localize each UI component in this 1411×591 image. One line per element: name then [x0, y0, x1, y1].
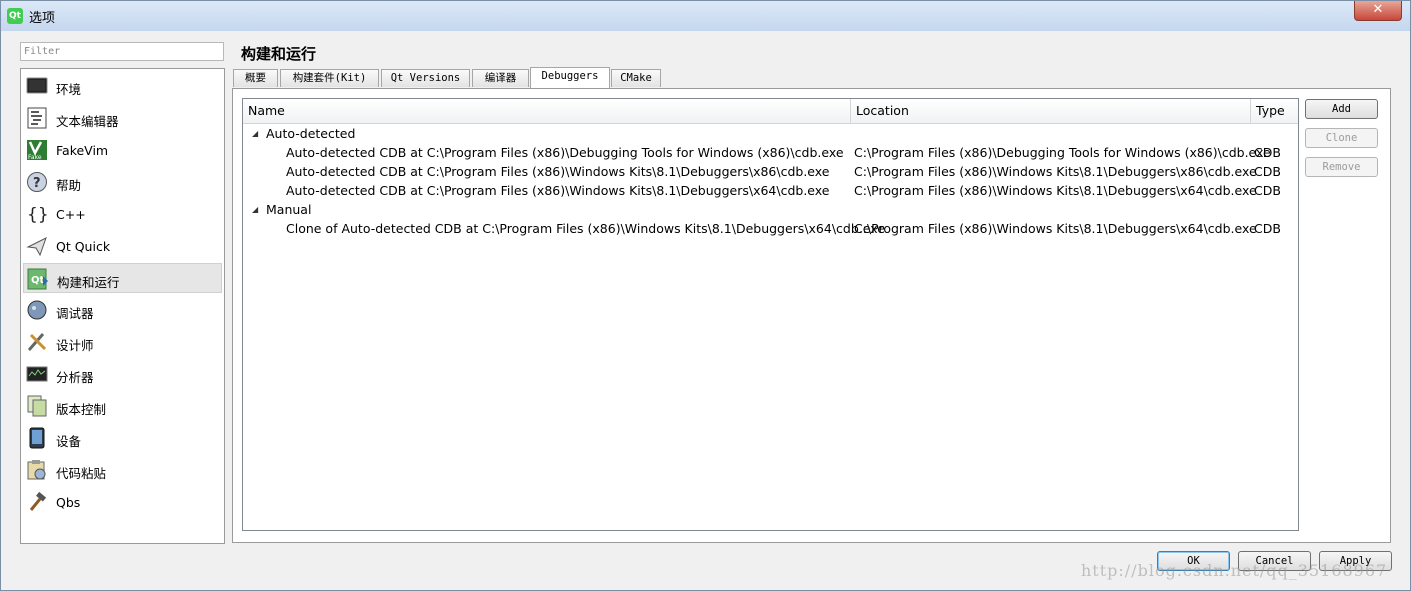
debuggers-tree[interactable]: Name Location Type ◢ Auto-detected Auto-… — [242, 98, 1299, 531]
help-icon: ? — [27, 172, 47, 192]
qt-logo-icon: Qt — [7, 8, 23, 24]
sidebar-item-label: 调试器 — [56, 306, 94, 321]
analyzer-icon — [26, 366, 48, 382]
sidebar-item-version-control[interactable]: 版本控制 — [23, 391, 222, 421]
monitor-icon — [26, 77, 48, 94]
table-row[interactable]: Clone of Auto-detected CDB at C:\Program… — [243, 219, 1298, 238]
svg-text:?: ? — [33, 176, 41, 191]
tab-cmake[interactable]: CMake — [611, 69, 661, 87]
version-control-icon — [27, 395, 47, 417]
debugger-name: Auto-detected CDB at C:\Program Files (x… — [286, 145, 844, 160]
paper-plane-icon — [26, 236, 47, 257]
sidebar-item-help[interactable]: ? 帮助 — [23, 167, 222, 197]
debugger-location: C:\Program Files (x86)\Windows Kits\8.1\… — [854, 183, 1257, 198]
sidebar-item-label: 分析器 — [56, 370, 94, 385]
sidebar-item-environment[interactable]: 环境 — [23, 71, 222, 101]
sidebar-item-build-run[interactable]: Qt 构建和运行 — [23, 263, 222, 293]
build-run-icon: Qt — [27, 268, 48, 290]
designer-icon — [27, 333, 47, 351]
expand-arrow-icon[interactable]: ◢ — [252, 124, 258, 143]
debugger-name: Auto-detected CDB at C:\Program Files (x… — [286, 183, 830, 198]
sidebar-item-cpp[interactable]: {} C++ — [23, 199, 222, 229]
debugger-location: C:\Program Files (x86)\Windows Kits\8.1\… — [854, 221, 1257, 236]
column-header-name[interactable]: Name — [243, 99, 851, 123]
sidebar-item-code-paste[interactable]: 代码粘贴 — [23, 455, 222, 485]
svg-text:Fake: Fake — [28, 154, 42, 161]
sidebar-item-label: Qt Quick — [56, 239, 111, 254]
tree-group-auto-detected[interactable]: ◢ Auto-detected — [243, 124, 1298, 143]
tab-overview[interactable]: 概要 — [233, 69, 278, 87]
sidebar-item-label: 版本控制 — [56, 402, 107, 417]
sidebar-item-analyzer[interactable]: 分析器 — [23, 359, 222, 389]
sidebar-item-devices[interactable]: 设备 — [23, 423, 222, 453]
options-dialog: Qt 选项 ✕ 环境 文本编辑器 Fake FakeVim ? 帮助 {} C+… — [0, 0, 1411, 591]
hammer-icon — [29, 491, 47, 511]
debugger-type: CDB — [1254, 145, 1281, 160]
sidebar-item-debugger[interactable]: 调试器 — [23, 295, 222, 325]
debugger-location: C:\Program Files (x86)\Windows Kits\8.1\… — [854, 164, 1257, 179]
title-bar[interactable]: Qt 选项 ✕ — [1, 1, 1410, 31]
filter-input[interactable] — [20, 42, 224, 61]
table-row[interactable]: Auto-detected CDB at C:\Program Files (x… — [243, 181, 1298, 200]
group-label: Auto-detected — [266, 126, 356, 141]
window-title: 选项 — [29, 11, 56, 26]
group-label: Manual — [266, 202, 312, 217]
sidebar-item-text-editor[interactable]: 文本编辑器 — [23, 103, 222, 133]
svg-text:{}: {} — [27, 205, 48, 225]
table-row[interactable]: Auto-detected CDB at C:\Program Files (x… — [243, 162, 1298, 181]
sidebar-item-label: 文本编辑器 — [56, 114, 119, 129]
sidebar-item-label: Qbs — [56, 495, 81, 510]
tab-qt-versions[interactable]: Qt Versions — [381, 69, 470, 87]
braces-icon: {} — [27, 205, 48, 225]
debugger-name: Clone of Auto-detected CDB at C:\Program… — [286, 221, 885, 236]
close-button[interactable]: ✕ — [1354, 1, 1402, 21]
sidebar-item-fakevim[interactable]: Fake FakeVim — [23, 135, 222, 165]
clone-button[interactable]: Clone — [1305, 128, 1378, 148]
tree-group-manual[interactable]: ◢ Manual — [243, 200, 1298, 219]
text-editor-icon — [27, 107, 47, 129]
sidebar-item-label: 构建和运行 — [57, 275, 120, 290]
watermark: http://blog.csdn.net/qq_35168967 — [1081, 561, 1388, 580]
sidebar-item-label: 设计师 — [56, 338, 94, 353]
sidebar-item-qbs[interactable]: Qbs — [23, 487, 222, 517]
add-button[interactable]: Add — [1305, 99, 1378, 119]
debugger-location: C:\Program Files (x86)\Debugging Tools f… — [854, 145, 1271, 160]
debugger-icon — [27, 300, 47, 320]
column-header-location[interactable]: Location — [851, 99, 1251, 123]
sidebar-item-label: 设备 — [56, 434, 82, 449]
table-row[interactable]: Auto-detected CDB at C:\Program Files (x… — [243, 143, 1298, 162]
svg-text:Qt: Qt — [31, 275, 45, 286]
category-sidebar: 环境 文本编辑器 Fake FakeVim ? 帮助 {} C++ Qt Qui… — [20, 68, 225, 544]
device-icon — [29, 427, 45, 449]
expand-arrow-icon[interactable]: ◢ — [252, 200, 258, 219]
tab-kits[interactable]: 构建套件(Kit) — [280, 69, 379, 87]
sidebar-item-qt-quick[interactable]: Qt Quick — [23, 231, 222, 261]
tree-header: Name Location Type — [243, 99, 1298, 124]
sidebar-item-label: 帮助 — [56, 178, 82, 193]
code-paste-icon — [27, 460, 46, 480]
sidebar-item-label: FakeVim — [56, 143, 109, 158]
fakevim-icon: Fake — [27, 140, 47, 161]
column-header-type[interactable]: Type — [1251, 99, 1298, 123]
sidebar-item-label: C++ — [56, 207, 86, 222]
tab-compilers[interactable]: 编译器 — [472, 69, 529, 87]
sidebar-item-label: 代码粘贴 — [56, 466, 107, 481]
remove-button[interactable]: Remove — [1305, 157, 1378, 177]
sidebar-item-designer[interactable]: 设计师 — [23, 327, 222, 357]
debugger-type: CDB — [1254, 164, 1281, 179]
debugger-name: Auto-detected CDB at C:\Program Files (x… — [286, 164, 830, 179]
debugger-type: CDB — [1254, 183, 1281, 198]
sidebar-item-label: 环境 — [56, 82, 82, 97]
page-title: 构建和运行 — [241, 45, 317, 63]
debugger-type: CDB — [1254, 221, 1281, 236]
tab-debuggers[interactable]: Debuggers — [530, 67, 610, 88]
